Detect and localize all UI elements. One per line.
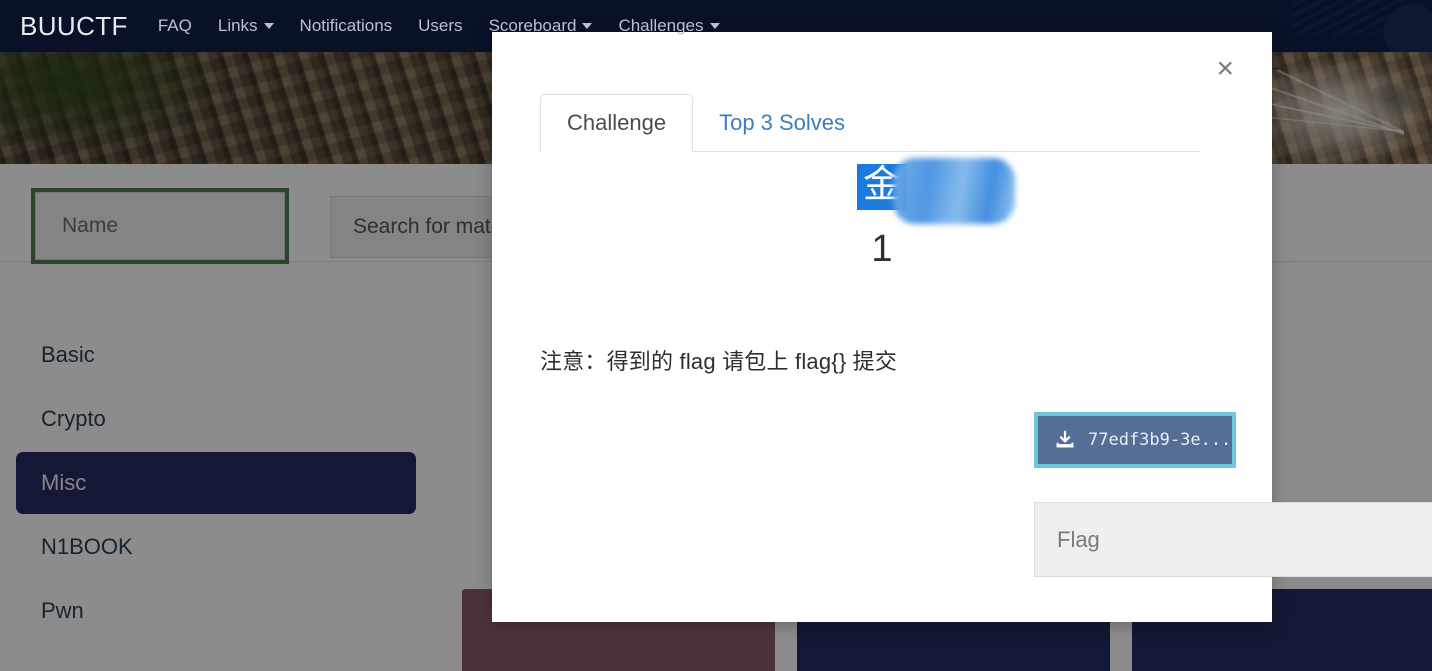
close-icon[interactable]: × [1216,54,1234,84]
nav-link-notifications[interactable]: Notifications [300,16,393,36]
chevron-down-icon [582,23,593,29]
challenge-points: 1 [871,227,893,270]
download-icon [1056,430,1074,448]
flag-submission-row: Flag Submit [1034,502,1432,580]
nav-link-users-label: Users [418,16,463,35]
nav-link-challenges[interactable]: Challenges [618,16,720,36]
tab-top-3-solves-label: Top 3 Solves [719,109,846,135]
redaction-blur-overlay [892,158,1015,224]
app-root: BUUCTF FAQ Links Notifications Users Sco… [0,0,1432,671]
challenge-header: 金 1 [492,158,1272,271]
challenge-title: 金 [856,158,1015,224]
tab-top-3-solves[interactable]: Top 3 Solves [693,94,871,151]
flag-input-placeholder: Flag [1057,526,1100,552]
chevron-down-icon [709,23,720,29]
nav-link-scoreboard[interactable]: Scoreboard [489,16,593,36]
nav-link-challenges-label: Challenges [618,16,704,35]
nav-link-scoreboard-label: Scoreboard [488,16,577,35]
nav-link-users[interactable]: Users [418,16,462,36]
chevron-down-icon [263,23,274,29]
nav-link-faq-label: FAQ [157,16,192,35]
download-file-label: 77edf3b9-3e... [1088,430,1232,450]
nav-link-faq[interactable]: FAQ [158,16,192,36]
flag-input[interactable]: Flag [1034,502,1432,577]
nav-link-links[interactable]: Links [218,16,274,36]
tab-challenge[interactable]: Challenge [540,94,694,152]
download-file-button[interactable]: 77edf3b9-3e... [1034,412,1236,468]
nav-link-notifications-label: Notifications [299,16,393,35]
challenge-description: 注意：得到的 flag 请包上 flag{} 提交 [540,349,898,374]
navbar-links: FAQ Links Notifications Users Scoreboard [158,16,720,36]
modal-tabs: Challenge Top 3 Solves [540,94,1200,152]
challenge-modal: × Challenge Top 3 Solves 金 1 注意：得到的 flag… [492,32,1432,622]
tab-challenge-label: Challenge [567,110,667,135]
brand-logo[interactable]: BUUCTF [20,11,128,42]
nav-link-links-label: Links [217,16,258,35]
